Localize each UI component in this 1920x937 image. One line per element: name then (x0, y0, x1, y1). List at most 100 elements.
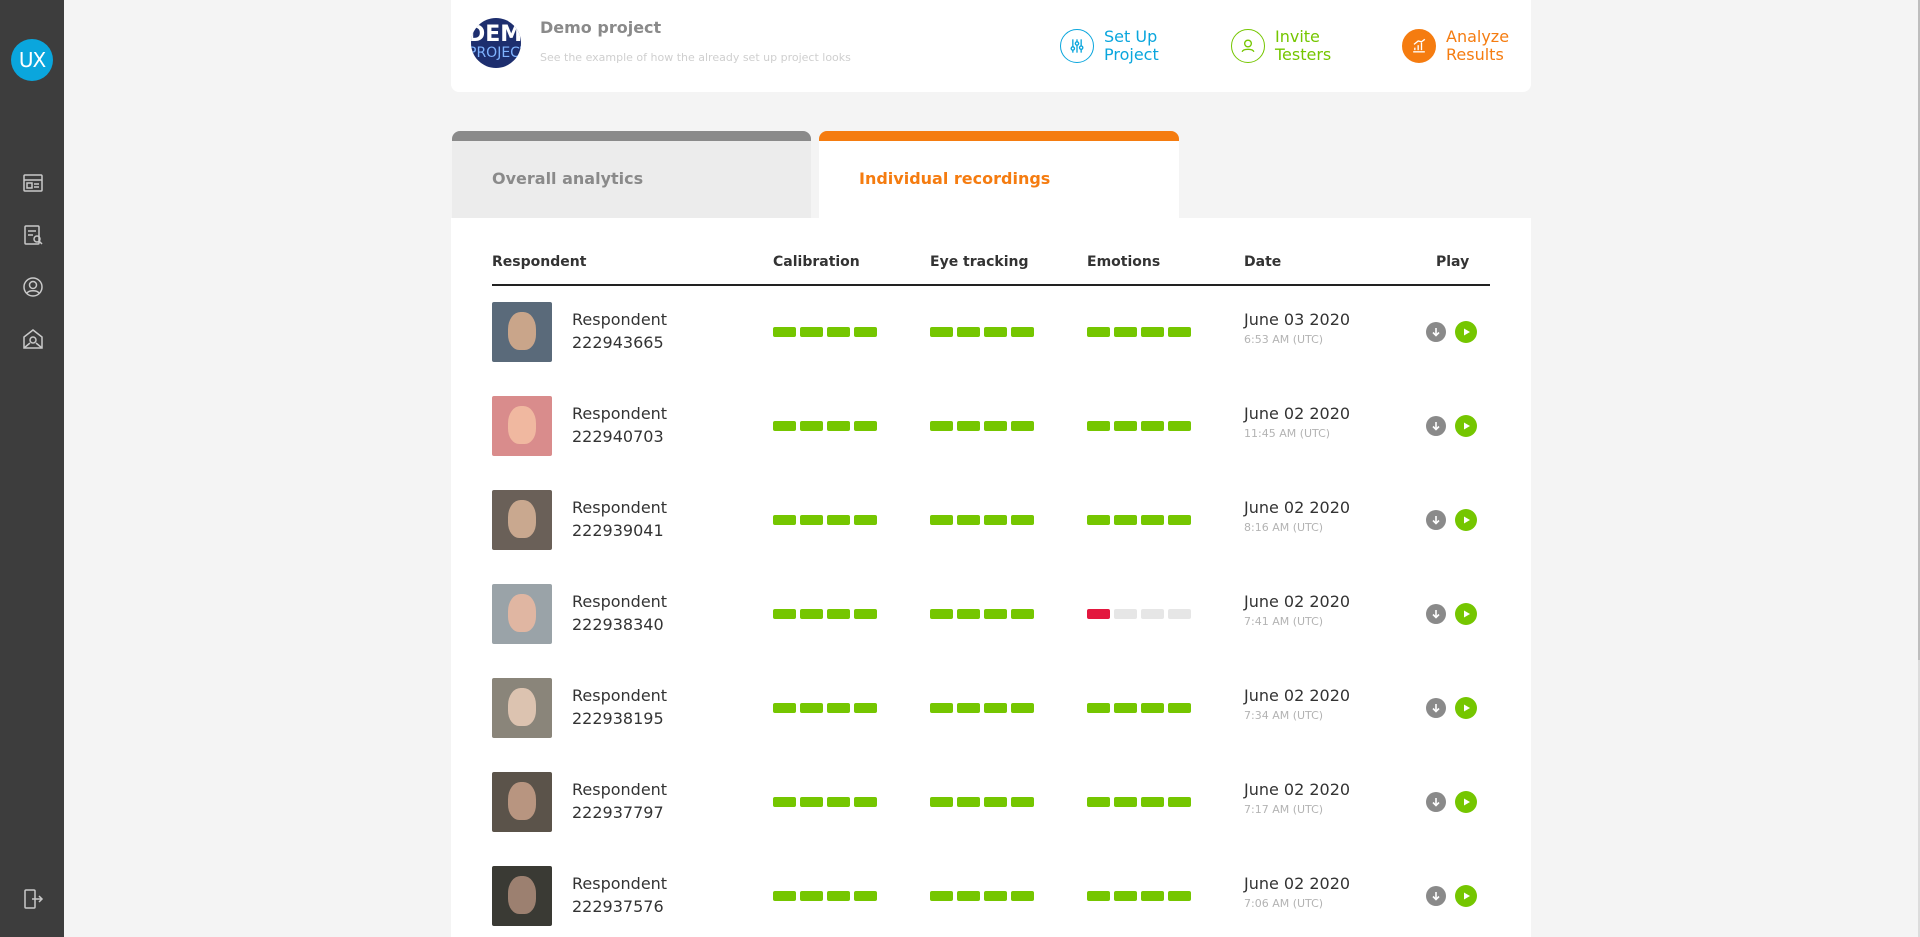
quality-bar (1141, 327, 1164, 337)
download-icon[interactable] (1426, 886, 1446, 906)
table-row[interactable]: Respondent 222943665 June 03 2020 6:53 AM… (451, 298, 1531, 392)
table-row[interactable]: Respondent 222937576 June 02 2020 7:06 AM… (451, 862, 1531, 937)
emotions-quality (1087, 609, 1191, 619)
quality-bar (957, 891, 980, 901)
quality-bar (957, 327, 980, 337)
recording-time: 7:34 AM (UTC) (1244, 709, 1324, 722)
eye-tracking-quality (930, 891, 1034, 901)
calibration-quality (773, 797, 877, 807)
quality-bar (800, 797, 823, 807)
tab-overall-analytics[interactable]: Overall analytics (452, 131, 811, 218)
calibration-quality (773, 421, 877, 431)
project-title: Demo project (540, 18, 662, 37)
quality-bar (930, 609, 953, 619)
eye-tracking-quality (930, 515, 1034, 525)
quality-bar (773, 421, 796, 431)
support-icon[interactable] (20, 326, 45, 351)
quality-bar (773, 797, 796, 807)
play-icon[interactable] (1455, 509, 1477, 531)
sidebar: UX (0, 0, 64, 937)
play-icon[interactable] (1455, 791, 1477, 813)
quality-bar (1011, 891, 1034, 901)
column-header-emotions[interactable]: Emotions (1087, 254, 1160, 270)
quality-bar (1168, 891, 1191, 901)
calibration-quality (773, 327, 877, 337)
logout-icon[interactable] (20, 886, 45, 911)
table-row[interactable]: Respondent 222938195 June 02 2020 7:34 AM… (451, 674, 1531, 768)
quality-bar (827, 891, 850, 901)
quality-bar (854, 609, 877, 619)
table-row[interactable]: Respondent 222938340 June 02 2020 7:41 AM… (451, 580, 1531, 674)
respondent-name[interactable]: Respondent 222937797 (572, 778, 667, 824)
column-header-eye-tracking[interactable]: Eye tracking (930, 254, 1029, 270)
emotions-quality (1087, 515, 1191, 525)
quality-bar (957, 515, 980, 525)
download-icon[interactable] (1426, 698, 1446, 718)
play-icon[interactable] (1455, 697, 1477, 719)
recording-date: June 02 2020 (1244, 592, 1351, 611)
quality-bar (930, 891, 953, 901)
tab-individual-recordings[interactable]: Individual recordings (819, 131, 1179, 218)
respondent-name[interactable]: Respondent 222943665 (572, 308, 667, 354)
quality-bar (1087, 421, 1110, 431)
download-icon[interactable] (1426, 604, 1446, 624)
quality-bar (1011, 327, 1034, 337)
quality-bar (957, 703, 980, 713)
recording-date: June 02 2020 (1244, 498, 1351, 517)
table-row[interactable]: Respondent 222939041 June 02 2020 8:16 AM… (451, 486, 1531, 580)
download-icon[interactable] (1426, 416, 1446, 436)
recordings-table: Respondent Calibration Eye tracking Emot… (451, 218, 1531, 937)
download-icon[interactable] (1426, 510, 1446, 530)
respondent-avatar (492, 396, 552, 456)
respondent-name[interactable]: Respondent 222938340 (572, 590, 667, 636)
column-header-respondent[interactable]: Respondent (492, 254, 586, 270)
quality-bar (1087, 609, 1110, 619)
respondent-name[interactable]: Respondent 222939041 (572, 496, 667, 542)
invite-testers-step[interactable]: Invite Testers (1231, 28, 1331, 64)
app-logo[interactable]: UX (11, 39, 53, 81)
quality-bar (1011, 515, 1034, 525)
column-header-calibration[interactable]: Calibration (773, 254, 860, 270)
quality-bar (1114, 327, 1137, 337)
quality-bar (800, 891, 823, 901)
quality-bar (1087, 703, 1110, 713)
emotions-quality (1087, 327, 1191, 337)
download-icon[interactable] (1426, 322, 1446, 342)
quality-bar (854, 421, 877, 431)
projects-icon[interactable] (20, 170, 45, 195)
respondent-avatar (492, 490, 552, 550)
recording-time: 7:06 AM (UTC) (1244, 897, 1324, 910)
quality-bar (773, 703, 796, 713)
quality-bar (930, 421, 953, 431)
respondent-name[interactable]: Respondent 222940703 (572, 402, 667, 448)
quality-bar (984, 891, 1007, 901)
quality-bar (1168, 797, 1191, 807)
play-icon[interactable] (1455, 415, 1477, 437)
table-row[interactable]: Respondent 222940703 June 02 2020 11:45 A… (451, 392, 1531, 486)
project-subtitle: See the example of how the already set u… (540, 51, 851, 64)
quality-bar (1168, 327, 1191, 337)
invite-testers-label: Invite Testers (1275, 27, 1332, 64)
table-row[interactable]: Respondent 222937797 June 02 2020 7:17 AM… (451, 768, 1531, 862)
column-header-date[interactable]: Date (1244, 254, 1281, 270)
play-icon[interactable] (1455, 885, 1477, 907)
quality-bar (984, 703, 1007, 713)
download-icon[interactable] (1426, 792, 1446, 812)
respondent-name[interactable]: Respondent 222937576 (572, 872, 667, 918)
recording-date: June 03 2020 (1244, 310, 1351, 329)
recording-time: 8:16 AM (UTC) (1244, 521, 1324, 534)
play-icon[interactable] (1455, 603, 1477, 625)
account-icon[interactable] (20, 274, 45, 299)
column-header-play: Play (1436, 254, 1470, 270)
setup-project-step[interactable]: Set Up Project (1060, 28, 1159, 64)
play-icon[interactable] (1455, 321, 1477, 343)
reports-icon[interactable] (20, 222, 45, 247)
quality-bar (800, 609, 823, 619)
eye-tracking-quality (930, 703, 1034, 713)
respondent-name[interactable]: Respondent 222938195 (572, 684, 667, 730)
sliders-icon (1060, 29, 1094, 63)
analyze-results-step[interactable]: Analyze Results (1402, 28, 1509, 64)
calibration-quality (773, 703, 877, 713)
emotions-quality (1087, 421, 1191, 431)
quality-bar (1087, 797, 1110, 807)
